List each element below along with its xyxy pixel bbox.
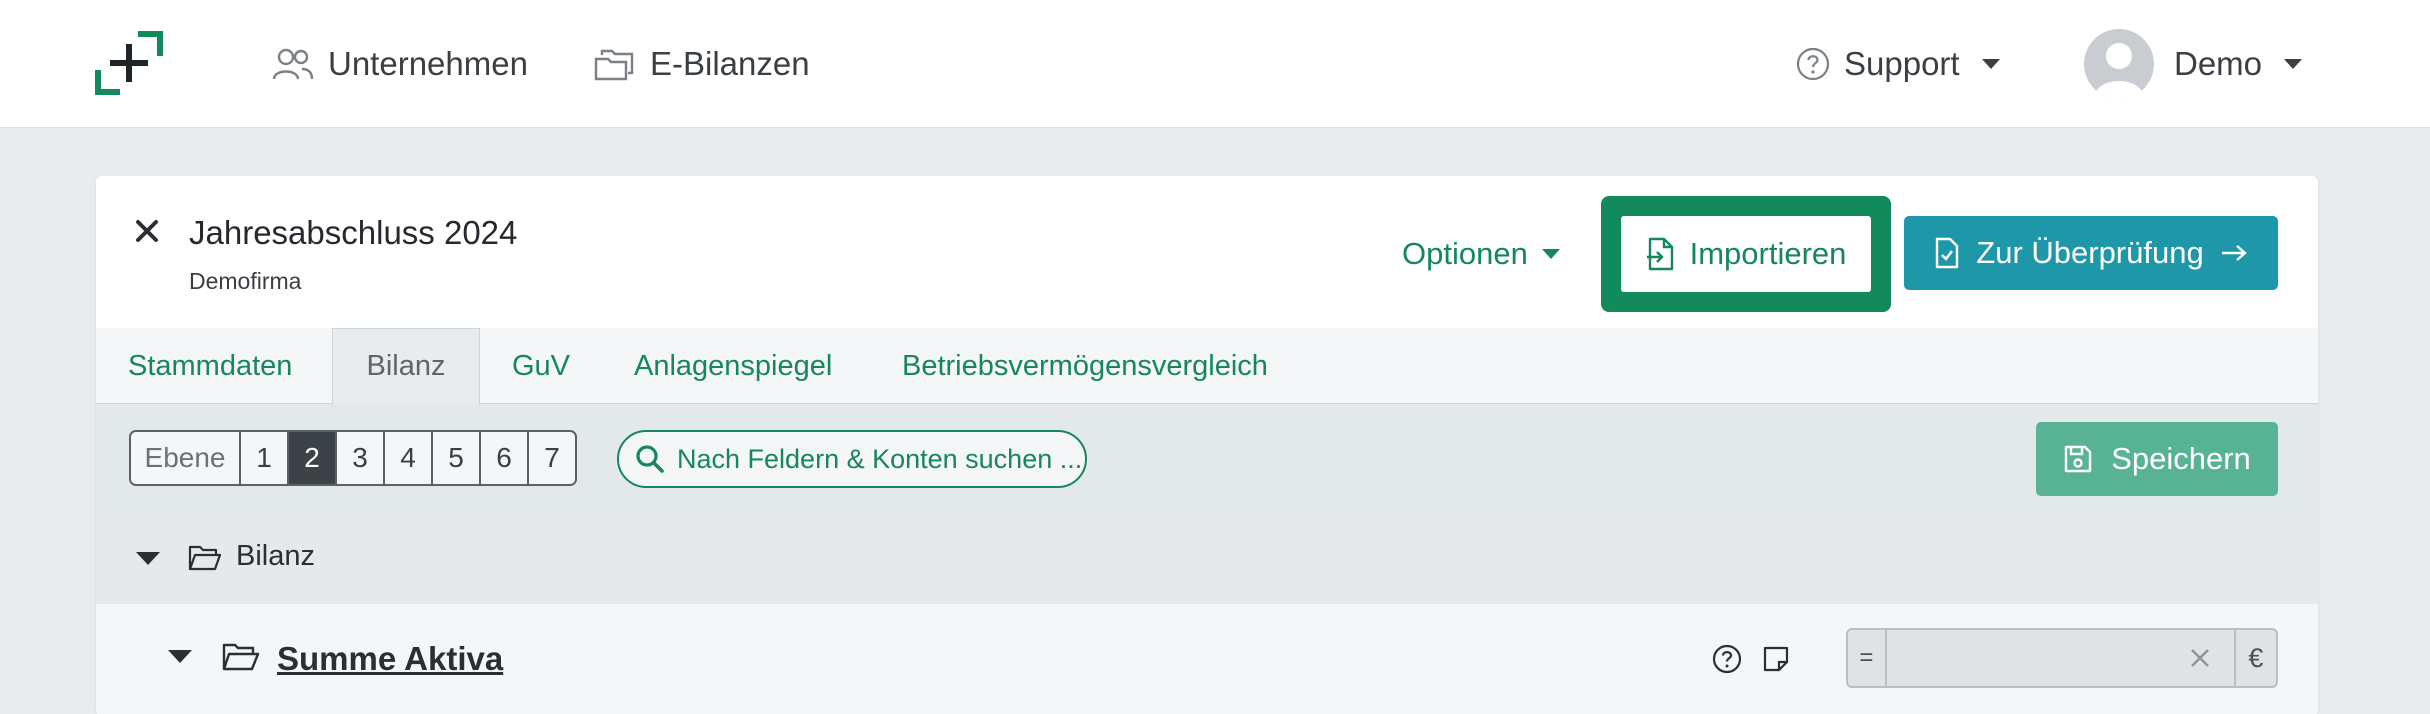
save-label: Speichern [2111,441,2251,476]
amount-input-group: = € [1846,628,2278,688]
support-label: Support [1844,45,1960,82]
tab-label: Stammdaten [128,349,293,382]
tab-label: GuV [512,349,571,382]
collapse-icon[interactable] [136,552,160,565]
tab-anlagenspiegel[interactable]: Anlagenspiegel [634,328,832,404]
chevron-down-icon [2284,59,2303,69]
collapse-icon[interactable] [168,650,192,663]
clear-icon[interactable] [2186,644,2214,672]
level-selector: Ebene 1 2 3 4 5 6 7 [129,430,577,486]
level-button-1[interactable]: 1 [239,432,287,484]
level-button-3[interactable]: 3 [335,432,383,484]
help-circle-icon [1796,47,1830,81]
toolbar: Ebene 1 2 3 4 5 6 7 Nach Feldern & Konte… [96,404,2318,512]
options-dropdown[interactable]: Optionen [1402,234,1560,274]
help-circle-icon[interactable] [1712,644,1742,674]
import-button[interactable]: Importieren [1621,216,1871,292]
nav-companies-label: Unternehmen [328,45,528,82]
page-title: Jahresabschluss 2024 [189,214,518,251]
tree-label-bilanz: Bilanz [236,540,315,572]
chevron-down-icon [1981,59,2000,69]
field-search-button[interactable]: Nach Feldern & Konten suchen ... [617,430,1087,488]
tab-betriebsvermoegensvergleich[interactable]: Betriebsvermögensvergleich [902,328,1268,404]
level-button-7[interactable]: 7 [527,432,575,484]
top-navigation: Unternehmen E-Bilanzen Support Demo [0,0,2430,128]
folder-open-icon [188,545,222,571]
review-label: Zur Überprüfung [1976,235,2204,270]
review-button[interactable]: Zur Überprüfung [1904,216,2278,290]
nav-ebalances[interactable]: E-Bilanzen [594,40,810,88]
chevron-down-icon [1541,249,1560,259]
amount-field[interactable] [1886,630,2234,686]
users-icon [272,48,314,80]
level-button-2[interactable]: 2 [287,432,335,484]
level-button-5[interactable]: 5 [431,432,479,484]
import-highlight: Importieren [1601,196,1891,312]
tree-label-summe-aktiva[interactable]: Summe Aktiva [277,640,503,678]
level-label: Ebene [131,432,239,484]
level-button-4[interactable]: 4 [383,432,431,484]
tab-guv[interactable]: GuV [512,328,570,404]
file-check-icon [1936,237,1959,269]
user-menu[interactable]: Demo [2084,28,2303,100]
tab-bar: Stammdaten Bilanz GuV Anlagenspiegel Bet… [96,328,2318,405]
options-label: Optionen [1402,236,1528,271]
company-subtitle: Demofirma [189,268,302,294]
folders-icon [594,49,634,81]
currency-suffix: € [2233,630,2276,686]
nav-ebalances-label: E-Bilanzen [650,45,810,82]
user-name: Demo [2174,45,2263,82]
close-icon[interactable] [132,216,162,246]
tab-label: Bilanz [366,350,446,382]
nav-companies[interactable]: Unternehmen [272,40,528,88]
formula-prefix: = [1848,630,1887,686]
search-label: Nach Feldern & Konten suchen ... [677,443,1083,474]
document-card: Jahresabschluss 2024 Demofirma Optionen … [96,176,2318,714]
tab-bilanz[interactable]: Bilanz [332,328,480,405]
search-icon [636,445,664,473]
tree-row-bilanz: Bilanz [96,512,2318,604]
tab-stammdaten[interactable]: Stammdaten [128,328,292,404]
avatar [2084,29,2154,99]
level-button-6[interactable]: 6 [479,432,527,484]
tree-row-summe-aktiva: Summe Aktiva = € [96,604,2318,714]
save-icon [2065,445,2092,473]
note-icon[interactable] [1762,645,1790,673]
tab-label: Anlagenspiegel [634,349,833,382]
file-import-icon [1646,237,1673,271]
app-logo[interactable] [94,30,164,96]
support-menu[interactable]: Support [1796,40,2000,88]
import-label: Importieren [1689,236,1847,271]
arrow-right-icon [2221,245,2247,261]
save-button[interactable]: Speichern [2036,422,2278,496]
folder-open-icon [222,643,260,671]
tab-label: Betriebsvermögensvergleich [902,349,1268,382]
